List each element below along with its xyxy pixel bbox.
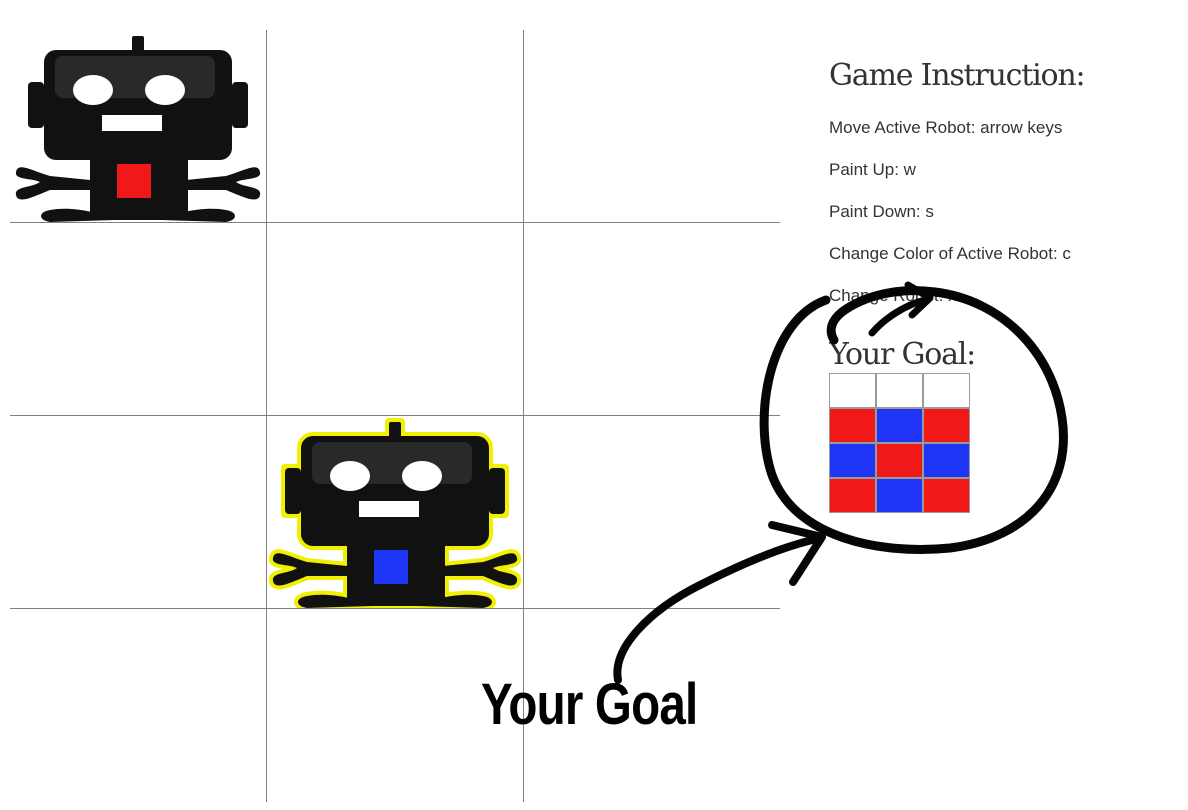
goal-cell — [829, 408, 876, 443]
goal-callout-label: Your Goal — [481, 672, 698, 737]
instruction-paint-down: Paint Down: s — [829, 202, 934, 221]
goal-cell — [876, 373, 923, 408]
robot[interactable] — [10, 30, 266, 227]
instruction-move: Move Active Robot: arrow keys — [829, 118, 1063, 137]
goal-cell — [829, 373, 876, 408]
goal-cell — [923, 373, 970, 408]
goal-cell — [829, 443, 876, 478]
goal-cell — [923, 408, 970, 443]
goal-cell — [923, 478, 970, 513]
goal-cell — [876, 478, 923, 513]
goal-cell — [923, 443, 970, 478]
instruction-change-color: Change Color of Active Robot: c — [829, 244, 1071, 263]
goal-cell — [876, 443, 923, 478]
instructions-title: Game Instruction: — [829, 58, 1086, 93]
instruction-panel: Game Instruction: Move Active Robot: arr… — [829, 58, 1127, 528]
instruction-paint-up: Paint Up: w — [829, 160, 916, 179]
goal-cell — [876, 408, 923, 443]
goal-cell — [829, 478, 876, 513]
goal-title: Your Goal: — [829, 337, 976, 372]
active-robot[interactable] — [267, 416, 523, 613]
goal-pattern-grid — [829, 373, 971, 515]
instruction-change-robot: Change Robot: x — [829, 286, 957, 305]
